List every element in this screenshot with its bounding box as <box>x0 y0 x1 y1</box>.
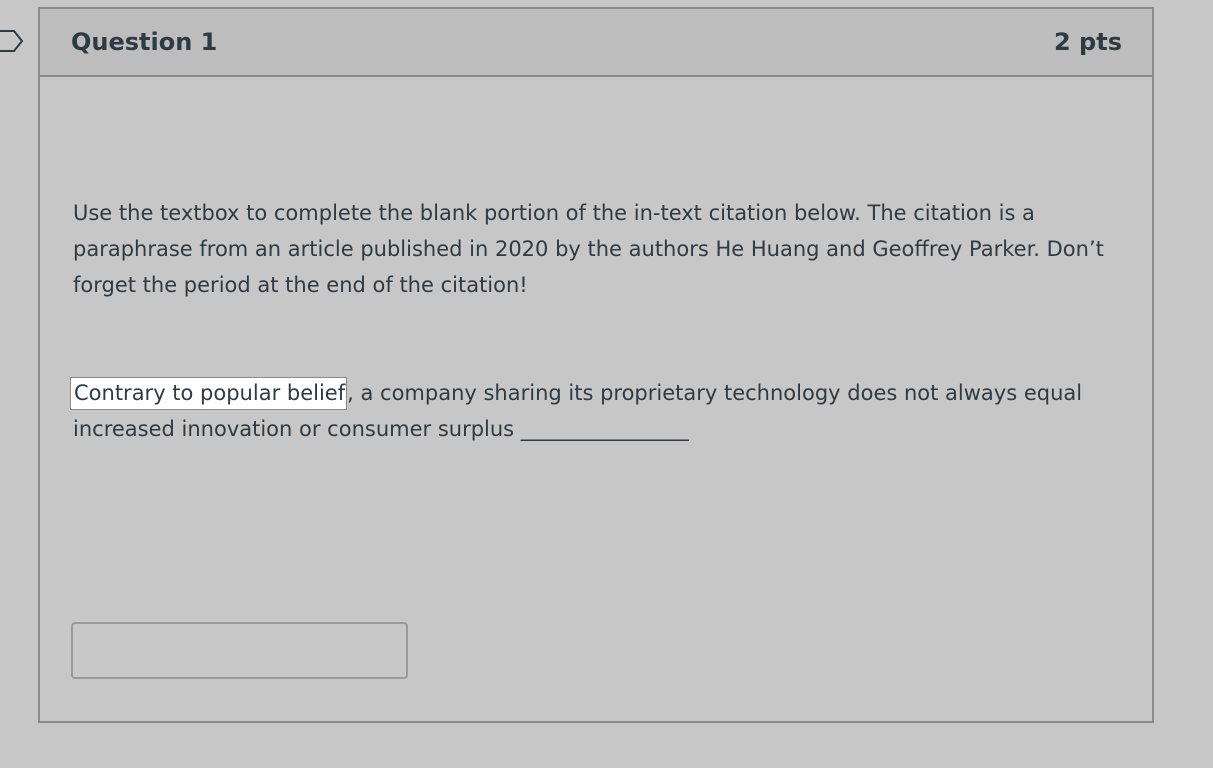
question-card: Question 1 2 pts Use the textbox to comp… <box>38 7 1154 723</box>
answer-textbox[interactable] <box>71 622 408 679</box>
highlighted-text: Contrary to popular belief <box>70 377 348 410</box>
quiz-page: Question 1 2 pts Use the textbox to comp… <box>0 0 1213 768</box>
question-instructions: Use the textbox to complete the blank po… <box>73 201 1104 297</box>
question-header: Question 1 2 pts <box>40 9 1152 77</box>
citation-paragraph: Contrary to popular belief, a company sh… <box>70 375 1123 447</box>
flag-icon[interactable] <box>0 27 26 55</box>
question-body: Use the textbox to complete the blank po… <box>40 77 1152 721</box>
question-title: Question 1 <box>71 28 218 56</box>
question-points: 2 pts <box>1054 28 1122 56</box>
